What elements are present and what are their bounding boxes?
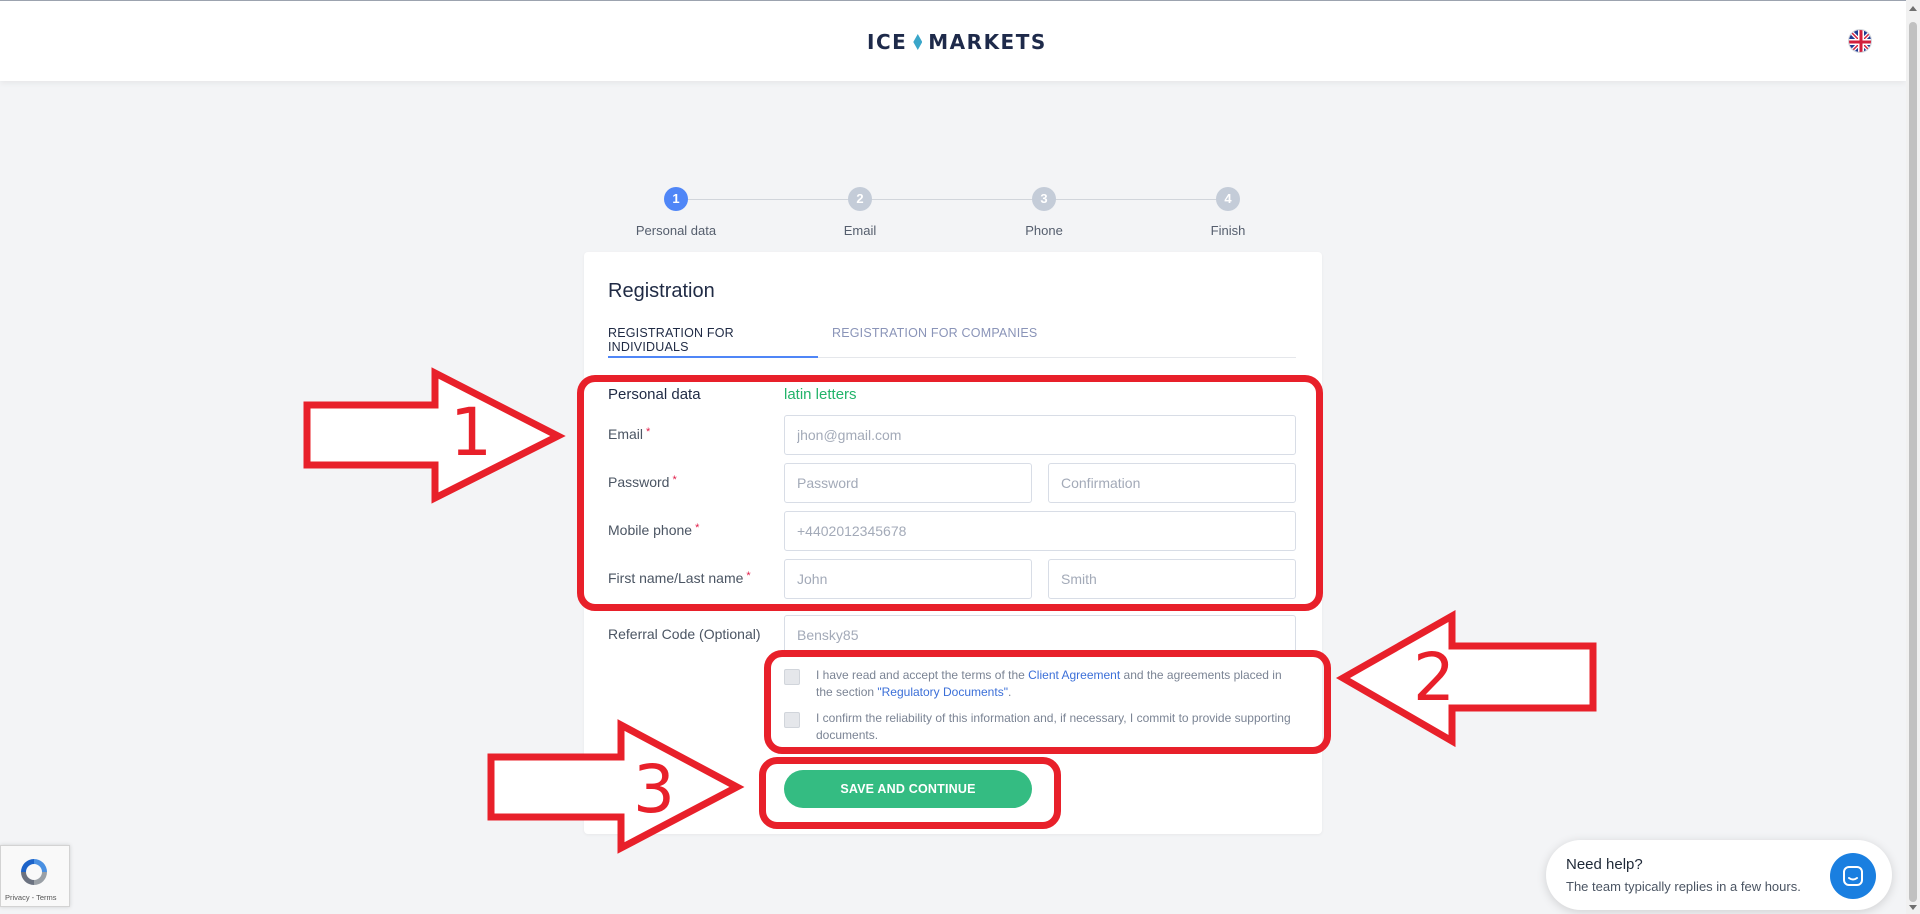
password-field[interactable] — [784, 463, 1032, 503]
email-field[interactable] — [784, 415, 1296, 455]
step-label: Email — [843, 223, 877, 238]
last-name-field[interactable] — [1048, 559, 1296, 599]
recaptcha-icon — [21, 859, 47, 885]
registration-card: Registration REGISTRATION FOR INDIVIDUAL… — [584, 252, 1322, 834]
client-agreement-link[interactable]: Client Agreement — [1028, 668, 1120, 682]
annotation-number-1: 1 — [450, 394, 492, 471]
logo-diamond-icon — [913, 34, 923, 50]
email-label: Email * — [608, 426, 651, 442]
accept-terms-checkbox[interactable] — [784, 669, 800, 685]
accept-terms-text: I have read and accept the terms of the … — [816, 668, 1282, 699]
required-marker: * — [746, 570, 751, 582]
tab-companies[interactable]: REGISTRATION FOR COMPANIES — [832, 326, 1037, 358]
tab-individuals[interactable]: REGISTRATION FOR INDIVIDUALS — [608, 326, 818, 358]
section-label-personal-data: Personal data — [608, 386, 701, 403]
required-marker: * — [646, 426, 651, 438]
registration-tabs: REGISTRATION FOR INDIVIDUALS REGISTRATIO… — [608, 326, 1296, 358]
password-label: Password * — [608, 474, 677, 490]
step-finish: 4 Finish — [1168, 187, 1288, 238]
step-number: 2 — [848, 187, 872, 211]
mobile-phone-label: Mobile phone * — [608, 522, 700, 538]
step-number: 3 — [1032, 187, 1056, 211]
scroll-down-arrow-icon[interactable] — [1909, 905, 1917, 910]
annotation-arrow-1 — [303, 367, 566, 504]
step-label: Phone — [1025, 223, 1063, 238]
step-personal-data: 1 Personal data — [616, 187, 736, 238]
annotation-number-2: 2 — [1413, 639, 1455, 716]
logo-text-left: ICE — [867, 30, 908, 54]
help-subtitle: The team typically replies in a few hour… — [1566, 879, 1801, 894]
scroll-up-arrow-icon[interactable] — [1909, 6, 1917, 11]
uk-flag-icon[interactable] — [1848, 29, 1872, 53]
step-label: Personal data — [635, 223, 717, 238]
recaptcha-links[interactable]: Privacy - Terms — [5, 893, 57, 902]
referral-code-label: Referral Code (Optional) — [608, 626, 761, 642]
step-email: 2 Email — [800, 187, 920, 238]
recaptcha-badge[interactable]: Privacy - Terms — [0, 845, 70, 907]
first-name-field[interactable] — [784, 559, 1032, 599]
annotation-arrow-2 — [1335, 609, 1597, 748]
ice-markets-logo[interactable]: ICE MARKETS — [867, 29, 1047, 55]
password-confirmation-field[interactable] — [1048, 463, 1296, 503]
page-scrollbar[interactable] — [1906, 0, 1920, 914]
registration-stepper: 1 Personal data 2 Email 3 Phone 4 Finish — [630, 187, 1245, 243]
stepper-line — [676, 199, 1228, 200]
latin-letters-hint: latin letters — [784, 386, 857, 403]
help-chat-widget[interactable]: Need help? The team typically replies in… — [1546, 840, 1892, 910]
top-header: ICE MARKETS — [0, 0, 1906, 81]
mobile-phone-field[interactable] — [784, 511, 1296, 551]
confirm-reliability-checkbox[interactable] — [784, 712, 800, 728]
save-and-continue-button[interactable]: SAVE AND CONTINUE — [784, 770, 1032, 808]
required-marker: * — [672, 474, 677, 486]
step-number: 1 — [664, 187, 688, 211]
scrollbar-thumb[interactable] — [1909, 22, 1917, 902]
confirm-reliability-text: I confirm the reliability of this inform… — [816, 711, 1291, 742]
help-title: Need help? — [1566, 856, 1643, 873]
referral-code-field[interactable] — [784, 615, 1296, 655]
annotation-number-3: 3 — [633, 751, 675, 828]
step-number: 4 — [1216, 187, 1240, 211]
step-phone: 3 Phone — [984, 187, 1104, 238]
logo-text-right: MARKETS — [928, 30, 1047, 54]
page-title: Registration — [608, 280, 715, 302]
first-last-name-label: First name/Last name * — [608, 570, 751, 586]
required-marker: * — [695, 522, 700, 534]
regulatory-documents-link[interactable]: "Regulatory Documents" — [877, 685, 1008, 699]
step-label: Finish — [1210, 223, 1246, 238]
chat-launcher-icon[interactable] — [1830, 853, 1876, 899]
